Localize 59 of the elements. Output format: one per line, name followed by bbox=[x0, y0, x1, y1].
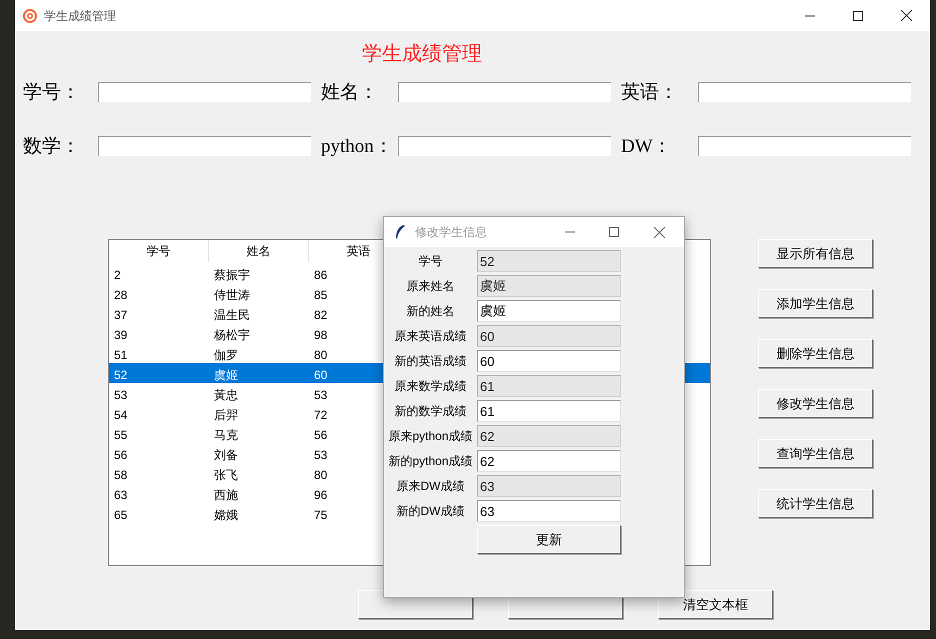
table-cell: 2 bbox=[114, 268, 121, 282]
table-cell: 58 bbox=[114, 468, 128, 482]
app-heading: 学生成绩管理 bbox=[362, 42, 483, 66]
table-cell: 53 bbox=[114, 388, 128, 402]
field-label: 新的英语成绩 bbox=[394, 354, 466, 368]
table-cell: 80 bbox=[314, 348, 328, 362]
field-label: 新的姓名 bbox=[406, 304, 454, 318]
field-label: 新的数学成绩 bbox=[394, 404, 466, 418]
window-title: 学生成绩管理 bbox=[44, 8, 116, 24]
field-label: 原来英语成绩 bbox=[394, 329, 466, 343]
table-cell: 温生民 bbox=[214, 308, 250, 322]
table-cell: 嫦娥 bbox=[214, 508, 238, 522]
table-cell: 98 bbox=[314, 328, 328, 342]
table-cell: 75 bbox=[314, 508, 328, 522]
table-cell: 西施 bbox=[214, 488, 238, 502]
table-cell: 刘备 bbox=[214, 448, 238, 462]
table-cell: 63 bbox=[114, 488, 128, 502]
table-cell: 37 bbox=[114, 308, 128, 322]
table-cell: 55 bbox=[114, 428, 128, 442]
table-cell: 黃忠 bbox=[214, 388, 238, 402]
field-label: 原来python成绩 bbox=[388, 429, 473, 443]
field-label: 原来DW成绩 bbox=[396, 479, 464, 493]
field-label: 姓名： bbox=[321, 82, 378, 103]
field-label: 原来数学成绩 bbox=[394, 379, 466, 393]
table-cell: 86 bbox=[314, 268, 328, 282]
field-label: 学号： bbox=[23, 82, 80, 103]
table-cell: 伽罗 bbox=[214, 348, 238, 362]
table-cell: 虞姬 bbox=[214, 368, 238, 382]
table-cell: 56 bbox=[114, 448, 128, 462]
table-cell: 52 bbox=[114, 368, 128, 382]
table-cell: 杨松宇 bbox=[214, 328, 250, 342]
table-cell: 28 bbox=[114, 288, 128, 302]
field-label: DW： bbox=[621, 136, 672, 157]
field-label: 新的python成绩 bbox=[388, 454, 473, 468]
field-label: 新的DW成绩 bbox=[396, 504, 464, 518]
table-cell: 53 bbox=[314, 448, 328, 462]
table-cell: 51 bbox=[114, 348, 128, 362]
field-label: 数学： bbox=[23, 136, 80, 157]
table-cell: 96 bbox=[314, 488, 328, 502]
field-label: 原来姓名 bbox=[406, 279, 454, 293]
table-cell: 72 bbox=[314, 408, 328, 422]
table-cell: 53 bbox=[314, 388, 328, 402]
table-cell: 65 bbox=[114, 508, 128, 522]
field-label: 英语： bbox=[621, 82, 678, 103]
table-cell: 马克 bbox=[214, 428, 238, 442]
table-cell: 82 bbox=[314, 308, 328, 322]
table-cell: 54 bbox=[114, 408, 128, 422]
field-label: 学号 bbox=[418, 254, 442, 268]
table-cell: 56 bbox=[314, 428, 328, 442]
table-cell: 60 bbox=[314, 368, 328, 382]
table-cell: 85 bbox=[314, 288, 328, 302]
dialog-title: 修改学生信息 bbox=[415, 224, 487, 241]
table-cell: 张飞 bbox=[214, 468, 238, 482]
table-cell: 侍世涛 bbox=[214, 288, 250, 302]
table-cell: 80 bbox=[314, 468, 328, 482]
field-label: python： bbox=[321, 136, 393, 157]
table-cell: 后羿 bbox=[214, 408, 238, 422]
table-cell: 蔡振宇 bbox=[214, 268, 250, 282]
table-cell: 39 bbox=[114, 328, 128, 342]
